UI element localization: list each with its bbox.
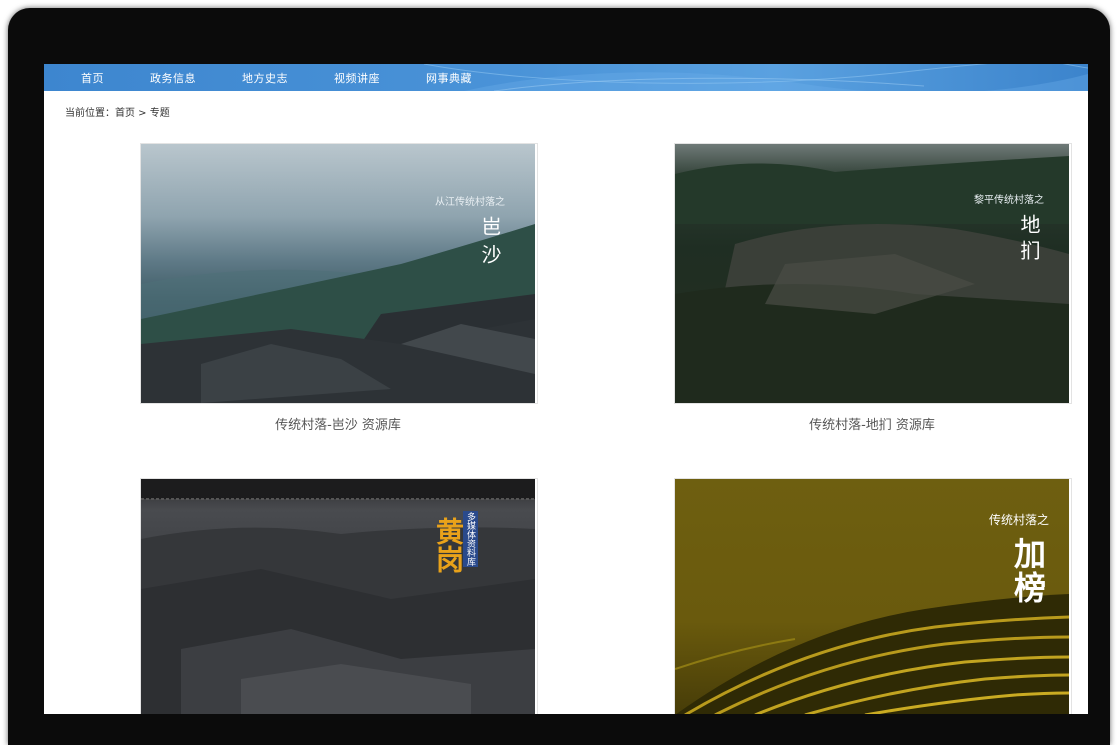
- breadcrumb-home-link[interactable]: 首页: [115, 108, 135, 119]
- image-subtitle-basha: 从江传统村落之: [435, 197, 505, 208]
- nav-item-video-lectures[interactable]: 视频讲座: [334, 70, 380, 86]
- device-bezel: 首页 政务信息 地方史志 视频讲座 网事典藏 当前位置：首页 > 专题 从江传统…: [0, 0, 1118, 745]
- topic-caption-basha[interactable]: 传统村落-岜沙 资源库: [140, 414, 536, 433]
- image-title-dimen: 地扪: [1017, 214, 1041, 266]
- browser-screen: 首页 政务信息 地方史志 视频讲座 网事典藏 当前位置：首页 > 专题 从江传统…: [44, 64, 1088, 714]
- breadcrumb-prefix: 当前位置：: [65, 108, 115, 119]
- village-scene-basha: [141, 224, 535, 403]
- topic-caption-dimen[interactable]: 传统村落-地扪 资源库: [674, 414, 1070, 433]
- topic-image-huanggang[interactable]: 多媒体资料库 黄岗: [141, 479, 535, 714]
- nav-item-web-archive[interactable]: 网事典藏: [426, 70, 472, 86]
- nav-decoration: [423, 64, 1088, 91]
- image-subtitle-dimen: 黎平传统村落之: [974, 195, 1044, 206]
- nav-item-home[interactable]: 首页: [81, 70, 104, 86]
- breadcrumb-separator: >: [135, 108, 150, 119]
- topic-card-basha[interactable]: 从江传统村落之 岜沙: [140, 143, 538, 404]
- topic-image-dimen[interactable]: 黎平传统村落之 地扪: [675, 144, 1069, 403]
- topic-card-dimen[interactable]: 黎平传统村落之 地扪: [674, 143, 1072, 404]
- image-title-basha: 岜沙: [478, 216, 502, 272]
- topic-card-jiabang[interactable]: 传统村落之 加榜: [674, 478, 1072, 714]
- image-subtitle-jiabang: 传统村落之: [988, 513, 1049, 527]
- breadcrumb: 当前位置：首页 > 专题: [65, 104, 170, 119]
- breadcrumb-current: 专题: [149, 108, 170, 119]
- topic-image-basha[interactable]: 从江传统村落之 岜沙: [141, 144, 535, 403]
- nav-item-local-history[interactable]: 地方史志: [242, 70, 288, 86]
- topic-image-jiabang[interactable]: 传统村落之 加榜: [675, 479, 1069, 714]
- topic-card-huanggang[interactable]: 多媒体资料库 黄岗: [140, 478, 538, 714]
- nav-item-government-info[interactable]: 政务信息: [150, 70, 196, 86]
- main-nav: 首页 政务信息 地方史志 视频讲座 网事典藏: [44, 64, 1088, 91]
- image-title-jiabang: 加榜: [1009, 537, 1047, 605]
- village-scene-dimen: [675, 156, 1069, 403]
- image-title-huanggang: 黄岗: [432, 517, 465, 573]
